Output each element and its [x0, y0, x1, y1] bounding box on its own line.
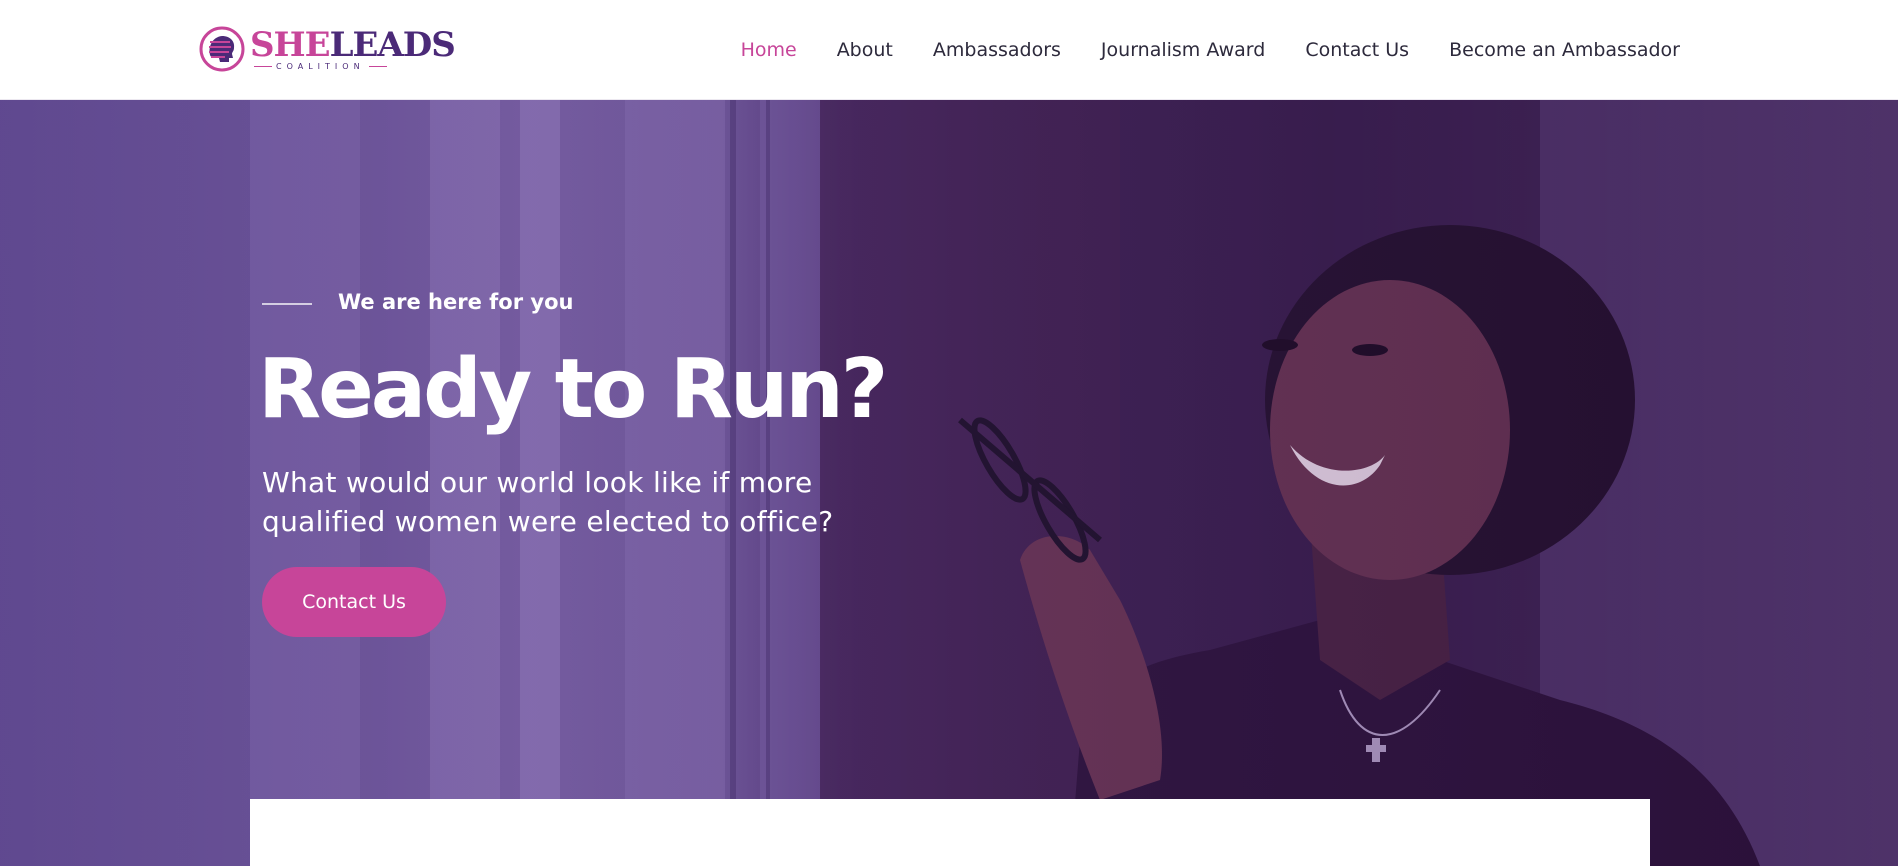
hero-subtitle-line-1: What would our world look like if more: [262, 466, 813, 499]
contact-us-button[interactable]: Contact Us: [262, 567, 446, 637]
content-card: [250, 799, 1650, 866]
logo-she-text: SHE: [250, 24, 331, 65]
nav-home[interactable]: Home: [741, 39, 797, 61]
silhouette-head-icon: [199, 26, 245, 72]
eyebrow-rule: [262, 303, 312, 305]
logo-leads-text: LEADS: [329, 24, 456, 65]
nav-become-ambassador[interactable]: Become an Ambassador: [1449, 39, 1680, 61]
hero-eyebrow: We are here for you: [262, 290, 573, 314]
site-logo[interactable]: SHE LEADS COALITION: [198, 24, 456, 74]
nav-about[interactable]: About: [837, 39, 893, 61]
site-header: SHE LEADS COALITION Home About Ambassado…: [0, 0, 1898, 100]
nav-ambassadors[interactable]: Ambassadors: [933, 39, 1061, 61]
main-nav: Home About Ambassadors Journalism Award …: [741, 0, 1680, 100]
logo-subtitle: COALITION: [276, 61, 365, 71]
hero-subtitle: What would our world look like if more q…: [262, 463, 902, 541]
hero-subtitle-line-2: qualified women were elected to office?: [262, 505, 834, 538]
hero-eyebrow-text: We are here for you: [338, 290, 574, 314]
hero-title: Ready to Run?: [258, 342, 888, 437]
hero-section: We are here for you Ready to Run? What w…: [0, 100, 1898, 866]
nav-journalism-award[interactable]: Journalism Award: [1101, 39, 1265, 61]
nav-contact-us[interactable]: Contact Us: [1305, 39, 1409, 61]
